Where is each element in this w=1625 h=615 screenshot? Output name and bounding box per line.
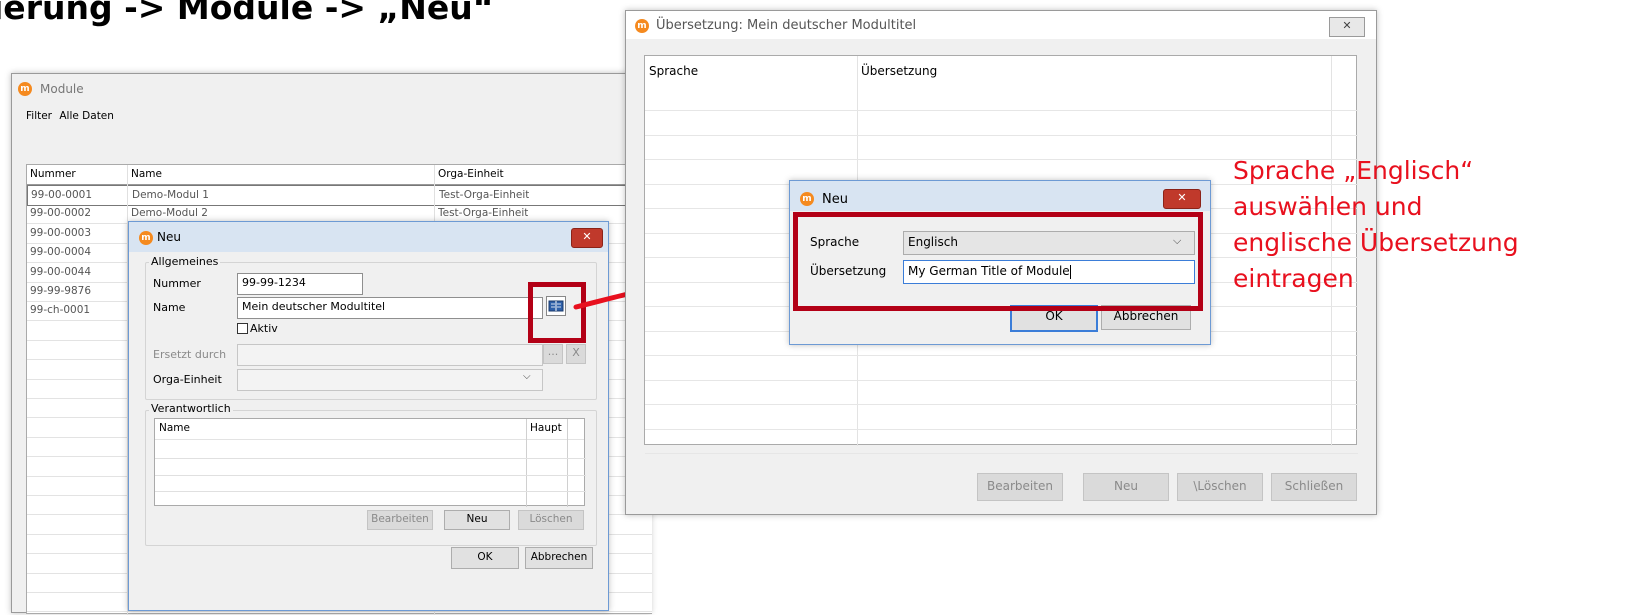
cell-nummer: 99-00-0003 (30, 226, 92, 239)
chevron-down-icon: ⌵ (523, 371, 531, 382)
column-name[interactable]: Name (131, 165, 162, 184)
resp-neu-button[interactable]: Neu (444, 510, 510, 530)
close-icon[interactable]: ✕ (571, 228, 603, 248)
cell-nummer: 99-00-0001 (31, 189, 93, 201)
general-group-title: Allgemeines (149, 255, 221, 268)
translation-window-title: Übersetzung: Mein deutscher Modultitel (656, 18, 917, 33)
app-logo-icon: m (635, 19, 649, 33)
app-logo-icon: m (800, 192, 814, 206)
cell-nummer: 99-00-0004 (30, 246, 92, 259)
translation-neu-button[interactable]: Neu (1083, 473, 1169, 501)
table-row[interactable]: 99-00-0001 Demo-Modul 1 Test-Orga-Einheit (27, 185, 652, 206)
ersetzt-clear-button[interactable]: X (566, 344, 586, 364)
app-logo-icon: m (139, 231, 153, 245)
grid-divider (645, 428, 1358, 430)
neu-abbrechen-button[interactable]: Abbrechen (525, 547, 593, 569)
nummer-field[interactable]: 99-99-1234 (237, 273, 363, 295)
name-label: Name (153, 301, 186, 314)
new-translation-titlebar: m Neu ✕ (790, 181, 1210, 211)
cell-nummer: 99-00-0002 (30, 207, 92, 220)
module-window-titlebar: m Module (12, 74, 650, 102)
close-icon[interactable]: ✕ (1329, 17, 1365, 37)
cell-nummer: 99-ch-0001 (30, 304, 91, 317)
fields-highlight (793, 212, 1203, 311)
menu-filter[interactable]: Filter (26, 110, 52, 122)
app-logo-icon: m (18, 82, 32, 96)
ersetzt-field (237, 344, 543, 366)
module-window-title: Module (40, 82, 84, 96)
grid-divider (645, 134, 1358, 136)
module-menu: Filter Alle Daten (26, 110, 114, 122)
grid-divider (645, 110, 1358, 111)
new-translation-title: Neu (822, 192, 848, 207)
cell-orga: Test-Orga-Einheit (439, 189, 530, 201)
column-resp-name[interactable]: Name (159, 419, 190, 438)
resp-loeschen-button[interactable]: Löschen (518, 510, 584, 530)
cell-nummer: 99-00-0044 (30, 265, 92, 278)
responsible-table-header: Name Haupt (155, 419, 584, 440)
grid-divider (645, 404, 1358, 405)
annotation-line: englische Übersetzung (1233, 228, 1519, 257)
neu-ok-button[interactable]: OK (451, 547, 519, 569)
name-field[interactable]: Mein deutscher Modultitel (237, 297, 543, 319)
responsible-table: Name Haupt (154, 418, 586, 507)
translation-bearbeiten-button[interactable]: Bearbeiten (977, 473, 1063, 501)
ersetzt-label: Ersetzt durch (153, 348, 227, 361)
grid-divider (155, 491, 586, 492)
annotation-text: Sprache „Englisch“ auswählen und englisc… (1233, 153, 1519, 297)
orga-select[interactable] (237, 369, 543, 391)
column-uebersetzung[interactable]: Übersetzung (861, 64, 937, 78)
cell-name: Demo-Modul 1 (132, 189, 209, 201)
grid-divider (567, 419, 568, 507)
column-nummer[interactable]: Nummer (30, 165, 76, 184)
menu-alle-daten[interactable]: Alle Daten (59, 110, 114, 122)
annotation-line: Sprache „Englisch“ (1233, 156, 1474, 185)
neu-dialog: m Neu ✕ Allgemeines Nummer 99-99-1234 Na… (128, 221, 609, 611)
grid-divider (526, 419, 527, 507)
neu-dialog-title: Neu (157, 230, 181, 244)
grid-divider (645, 453, 1358, 454)
resp-bearbeiten-button[interactable]: Bearbeiten (367, 510, 433, 530)
column-sprache[interactable]: Sprache (649, 64, 698, 78)
translation-loeschen-button[interactable]: \Löschen (1177, 473, 1263, 501)
annotation-line: auswählen und (1233, 192, 1423, 221)
grid-divider (645, 379, 1358, 381)
grid-divider (155, 458, 586, 459)
responsible-group-title: Verantwortlich (149, 402, 233, 415)
nummer-label: Nummer (153, 277, 201, 290)
aktiv-checkbox[interactable] (237, 323, 248, 334)
orga-label: Orga-Einheit (153, 373, 222, 386)
ersetzt-browse-button[interactable]: ... (543, 344, 563, 364)
translation-schliessen-button[interactable]: Schließen (1271, 473, 1357, 501)
close-icon[interactable]: ✕ (1163, 189, 1201, 209)
annotation-line: eintragen (1233, 264, 1354, 293)
grid-divider (155, 475, 586, 476)
page-heading: ierung -> Module -> „Neu“ (0, 0, 495, 27)
cell-nummer: 99-99-9876 (30, 285, 92, 297)
grid-divider (645, 355, 1358, 356)
aktiv-label: Aktiv (250, 322, 278, 335)
module-table-header: Nummer Name Orga-Einheit (27, 165, 652, 185)
column-haupt[interactable]: Haupt (530, 419, 562, 438)
translation-window-titlebar: m Übersetzung: Mein deutscher Modultitel… (626, 11, 1376, 39)
column-orga[interactable]: Orga-Einheit (438, 165, 504, 184)
neu-dialog-titlebar: m Neu ✕ (129, 222, 608, 252)
